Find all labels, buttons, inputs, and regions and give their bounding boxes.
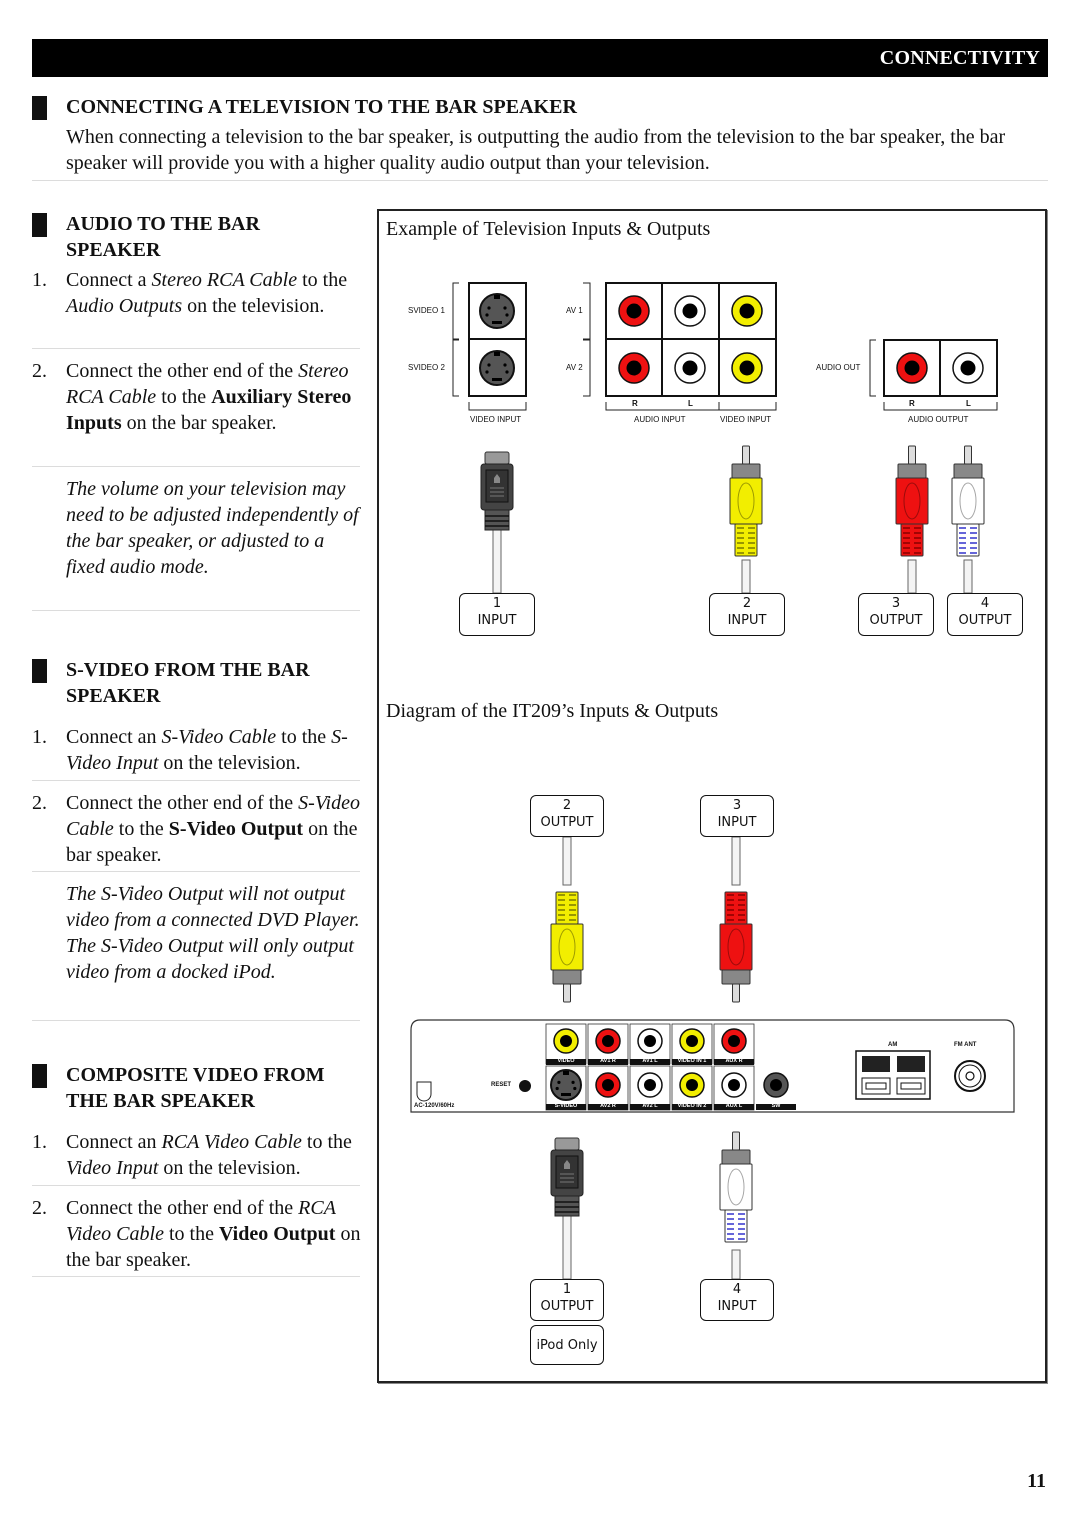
connector-label: INPUT xyxy=(717,1299,757,1314)
jack-hole xyxy=(728,1035,740,1047)
jack-hole xyxy=(644,1035,656,1047)
power-label: AC-120V/60Hz xyxy=(414,1103,455,1109)
am-label: AM xyxy=(888,1042,898,1048)
jack-label: AV2 R xyxy=(600,1103,616,1109)
jack-label: S-VIDEO xyxy=(554,1103,578,1109)
connector-number: 1 xyxy=(562,1282,572,1297)
jack-hole xyxy=(686,1035,698,1047)
ipod-only-box: iPod Only xyxy=(530,1325,604,1365)
jack-label: SW xyxy=(771,1103,781,1109)
page-number: 11 xyxy=(1027,1470,1046,1492)
jack-hole xyxy=(602,1035,614,1047)
connector-label: OUTPUT xyxy=(540,1299,594,1314)
jack-label: VIDEO IN 1 xyxy=(677,1058,707,1064)
jack-label: AV1 L xyxy=(642,1058,658,1064)
fm-label: FM ANT xyxy=(954,1042,977,1048)
jack-label: AUX L xyxy=(725,1103,743,1109)
jack-hole xyxy=(560,1035,572,1047)
power-socket-icon xyxy=(416,1081,432,1102)
jack-hole xyxy=(770,1079,782,1091)
reset-label: RESET xyxy=(491,1082,512,1088)
jack-hole xyxy=(686,1079,698,1091)
connector-label-box: 1 OUTPUT xyxy=(530,1279,604,1321)
jack-label: AV2 L xyxy=(642,1103,658,1109)
jack-hole xyxy=(644,1079,656,1091)
ipod-only-label: iPod Only xyxy=(536,1338,598,1353)
reset-button-icon xyxy=(519,1080,531,1092)
connector-label-box: 4 INPUT xyxy=(700,1279,774,1321)
jack-hole xyxy=(728,1079,740,1091)
jack-label: AV1 R xyxy=(600,1058,616,1064)
connector-number: 4 xyxy=(732,1282,742,1297)
jack-label: AUX R xyxy=(725,1058,743,1064)
jack-hole xyxy=(602,1079,614,1091)
jack-label: VIDEO IN 2 xyxy=(677,1103,707,1109)
jack-label: VIDEO xyxy=(557,1058,575,1064)
